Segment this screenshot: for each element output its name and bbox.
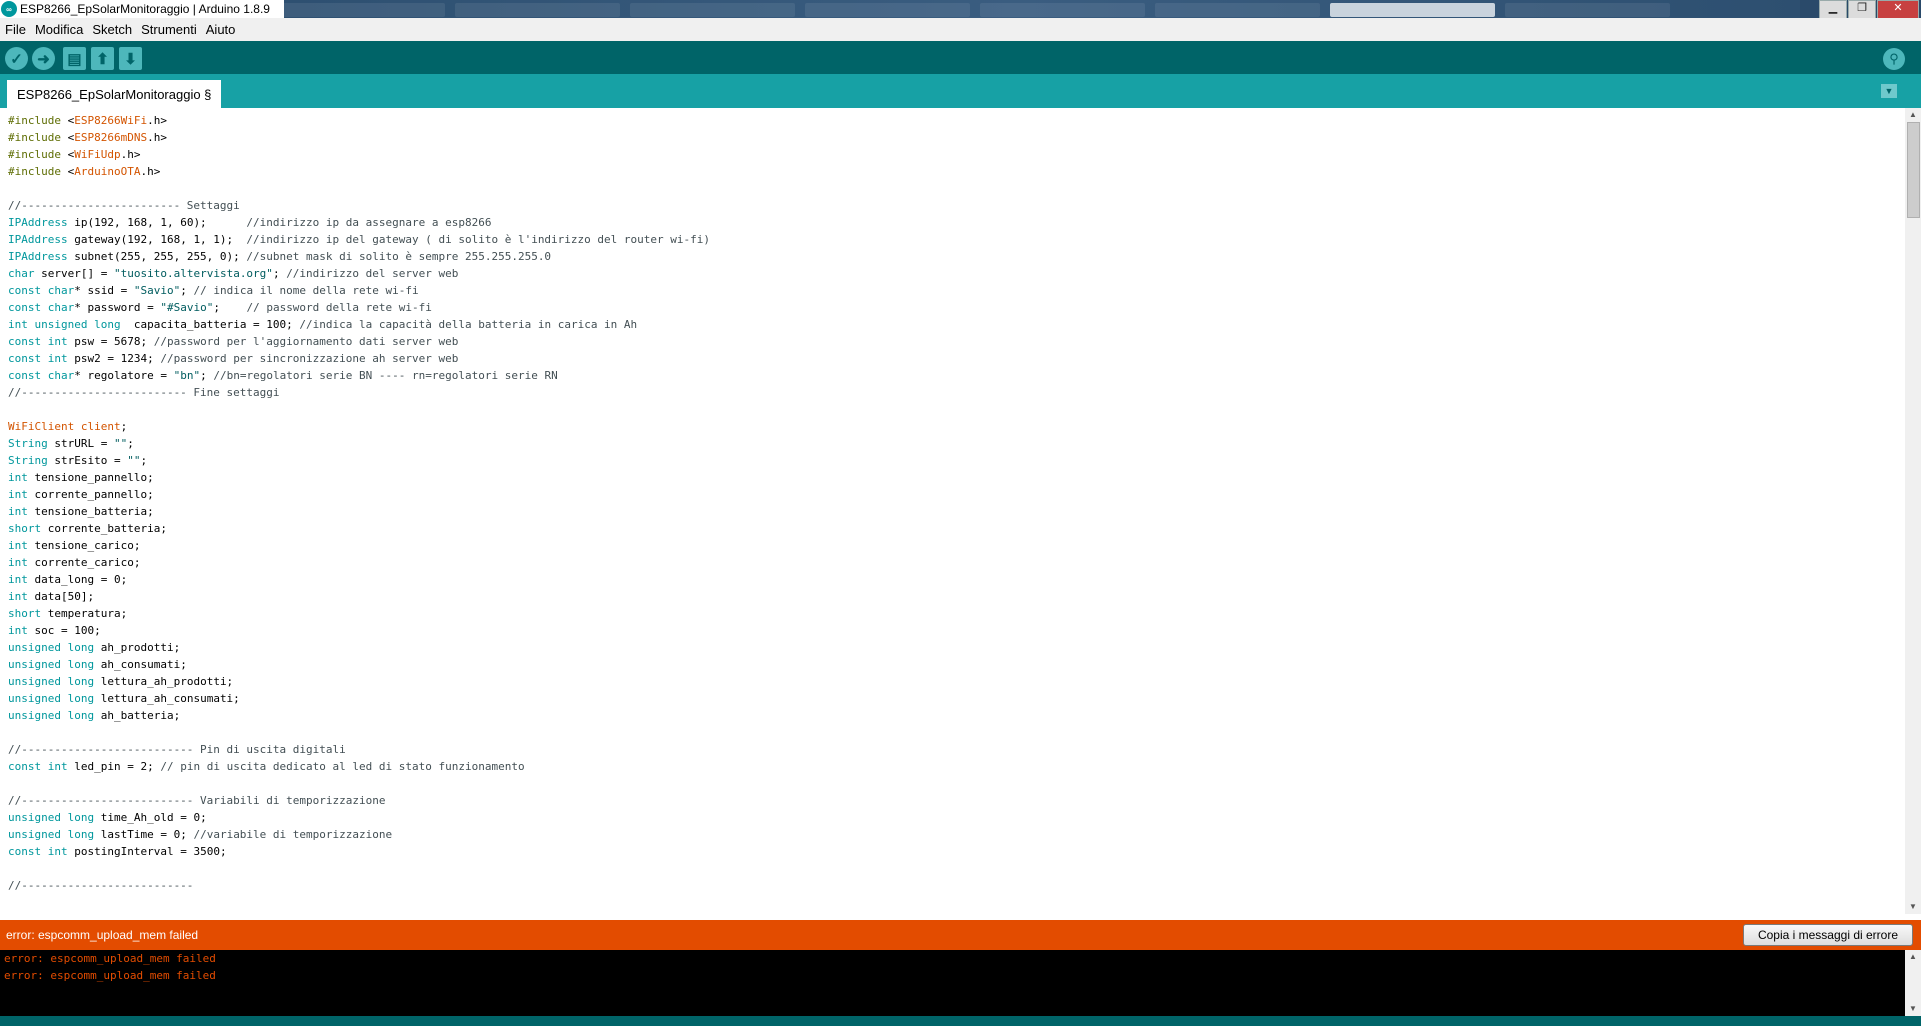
code-line: unsigned long lettura_ah_prodotti;	[8, 675, 234, 688]
menu-bar: File Modifica Sketch Strumenti Aiuto	[0, 18, 1921, 41]
arrow-right-icon: ➜	[37, 50, 50, 68]
code-line: IPAddress gateway(192, 168, 1, 1); //ind…	[8, 233, 711, 246]
footer-strip	[0, 1016, 1921, 1026]
code-line: unsigned long lastTime = 0; //variabile …	[8, 828, 393, 841]
code-line: int data_long = 0;	[8, 573, 128, 586]
code-line: unsigned long ah_prodotti;	[8, 641, 181, 654]
scroll-down-icon[interactable]: ▼	[1905, 900, 1921, 914]
background-browser-tabs	[240, 0, 1800, 18]
status-message: error: espcomm_upload_mem failed	[6, 928, 199, 942]
minimize-icon[interactable]: ▁	[1819, 0, 1847, 18]
code-line: int corrente_carico;	[8, 556, 141, 569]
title-area: ∞ ESP8266_EpSolarMonitoraggio | Arduino …	[0, 0, 284, 18]
code-line: #include <ESP8266mDNS.h>	[8, 131, 167, 144]
menu-sketch[interactable]: Sketch	[88, 22, 136, 37]
tab-sketch-file[interactable]: ESP8266_EpSolarMonitoraggio §	[7, 80, 222, 108]
code-line: const int psw2 = 1234; //password per si…	[8, 352, 459, 365]
menu-modifica[interactable]: Modifica	[31, 22, 87, 37]
code-line: IPAddress ip(192, 168, 1, 60); //indiriz…	[8, 216, 492, 229]
maximize-icon[interactable]: ❐	[1848, 0, 1876, 18]
window-title-bar: ∞ ESP8266_EpSolarMonitoraggio | Arduino …	[0, 0, 1921, 18]
code-line: short temperatura;	[8, 607, 128, 620]
new-button[interactable]: ▤	[63, 47, 86, 70]
code-line: int soc = 100;	[8, 624, 101, 637]
toolbar: ✓ ➜ ▤ ⬆ ⬇ ⚲	[0, 41, 1921, 74]
arduino-logo-icon: ∞	[1, 1, 17, 17]
code-line: const char* regolatore = "bn"; //bn=rego…	[8, 369, 558, 382]
verify-button[interactable]: ✓	[5, 47, 28, 70]
upload-button[interactable]: ➜	[32, 47, 55, 70]
console-line: error: espcomm_upload_mem failed	[4, 952, 216, 965]
copy-error-messages-button[interactable]: Copia i messaggi di errore	[1742, 924, 1913, 946]
code-line: const int psw = 5678; //password per l'a…	[8, 335, 459, 348]
code-line: WiFiClient client;	[8, 420, 128, 433]
code-line: //-------------------------- Pin di usci…	[8, 743, 346, 756]
code-line: String strEsito = "";	[8, 454, 148, 467]
code-line: #include <ESP8266WiFi.h>	[8, 114, 167, 127]
code-line: int tensione_carico;	[8, 539, 141, 552]
tab-label: ESP8266_EpSolarMonitoraggio §	[17, 86, 212, 102]
code-line: int unsigned long capacita_batteria = 10…	[8, 318, 638, 331]
window-title: ESP8266_EpSolarMonitoraggio | Arduino 1.…	[20, 2, 270, 16]
code-line: String strURL = "";	[8, 437, 134, 450]
scroll-down-icon[interactable]: ▼	[1905, 1002, 1921, 1016]
arrow-down-icon: ⬇	[124, 50, 137, 68]
code-lines: #include <ESP8266WiFi.h> #include <ESP826…	[8, 112, 710, 894]
code-line: int tensione_batteria;	[8, 505, 154, 518]
tab-bar: ESP8266_EpSolarMonitoraggio § ▼	[0, 74, 1921, 108]
code-line: #include <WiFiUdp.h>	[8, 148, 141, 161]
code-line: //------------------------ Settaggi	[8, 199, 240, 212]
code-line: unsigned long time_Ah_old = 0;	[8, 811, 207, 824]
code-line: unsigned long ah_batteria;	[8, 709, 181, 722]
code-line: short corrente_batteria;	[8, 522, 167, 535]
chevron-down-icon: ▼	[1884, 86, 1894, 96]
menu-aiuto[interactable]: Aiuto	[202, 22, 240, 37]
scroll-up-icon[interactable]: ▲	[1905, 108, 1921, 122]
console-scrollbar[interactable]: ▲ ▼	[1905, 950, 1921, 1016]
new-file-icon: ▤	[67, 50, 82, 68]
code-line: IPAddress subnet(255, 255, 255, 0); //su…	[8, 250, 552, 263]
code-line: //------------------------- Fine settagg…	[8, 386, 280, 399]
tab-menu-button[interactable]: ▼	[1881, 84, 1897, 98]
code-line: char server[] = "tuosito.altervista.org"…	[8, 267, 459, 280]
close-icon[interactable]: ✕	[1877, 0, 1919, 18]
magnifier-icon: ⚲	[1889, 51, 1899, 66]
code-line: const char* ssid = "Savio"; // indica il…	[8, 284, 419, 297]
menu-strumenti[interactable]: Strumenti	[137, 22, 201, 37]
scroll-up-icon[interactable]: ▲	[1905, 950, 1921, 964]
code-line: //-------------------------- Variabili d…	[8, 794, 386, 807]
code-line: int tensione_pannello;	[8, 471, 154, 484]
code-line: unsigned long lettura_ah_consumati;	[8, 692, 240, 705]
editor-scrollbar[interactable]: ▲ ▼	[1905, 108, 1921, 914]
code-line: const int led_pin = 2; // pin di uscita …	[8, 760, 525, 773]
code-editor[interactable]: #include <ESP8266WiFi.h> #include <ESP826…	[0, 108, 1905, 914]
code-line: //--------------------------	[8, 879, 194, 892]
console-output[interactable]: error: espcomm_upload_mem failed error: …	[0, 950, 1905, 1016]
open-button[interactable]: ⬆	[91, 47, 114, 70]
console-line: error: espcomm_upload_mem failed	[4, 969, 216, 982]
code-line: #include <ArduinoOTA.h>	[8, 165, 161, 178]
code-line: int data[50];	[8, 590, 95, 603]
menu-file[interactable]: File	[1, 22, 30, 37]
code-line: const char* password = "#Savio"; // pass…	[8, 301, 432, 314]
error-status-bar: error: espcomm_upload_mem failed Copia i…	[0, 920, 1921, 950]
code-line: const int postingInterval = 3500;	[8, 845, 227, 858]
save-button[interactable]: ⬇	[119, 47, 142, 70]
code-line: unsigned long ah_consumati;	[8, 658, 187, 671]
scroll-thumb[interactable]	[1907, 122, 1920, 218]
serial-monitor-button[interactable]: ⚲	[1883, 48, 1905, 70]
arrow-up-icon: ⬆	[96, 50, 109, 68]
checkmark-icon: ✓	[10, 50, 23, 68]
code-line: int corrente_pannello;	[8, 488, 154, 501]
